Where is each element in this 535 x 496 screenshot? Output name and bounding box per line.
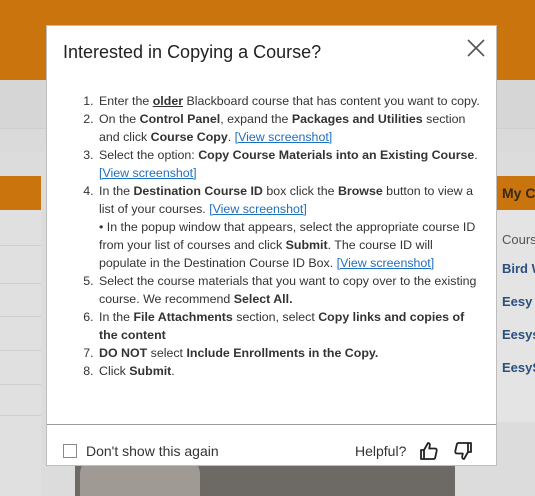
instruction-steps-list: Enter the older Blackboard course that h… (63, 92, 481, 380)
helpful-label: Helpful? (355, 443, 407, 459)
close-icon[interactable] (463, 35, 489, 61)
dialog-title: Interested in Copying a Course? (63, 42, 322, 62)
list-item: Enter the older Blackboard course that h… (97, 92, 481, 110)
right-panel-label: Cours (502, 232, 535, 247)
dont-show-again-checkbox[interactable] (63, 444, 77, 458)
list-item: On the Control Panel, expand the Package… (97, 110, 481, 146)
view-screenshot-link[interactable]: [View screenshot] (337, 256, 435, 270)
left-panel-divider (0, 384, 41, 385)
left-panel-divider (0, 350, 41, 351)
view-screenshot-link[interactable]: [View screenshot] (209, 202, 307, 216)
thumbs-up-icon[interactable] (418, 440, 440, 462)
list-item: Select the course materials that you wan… (97, 272, 481, 308)
right-panel-course-link[interactable]: Eesy A (502, 294, 535, 309)
right-panel-course-link[interactable]: Bird W (502, 261, 535, 276)
list-item: Click Submit. (97, 362, 481, 380)
copy-course-dialog: Interested in Copying a Course? Enter th… (46, 25, 497, 466)
right-panel-heading: My C (497, 176, 535, 210)
dont-show-again-label[interactable]: Don't show this again (86, 443, 219, 459)
view-screenshot-link[interactable]: [View screenshot] (99, 166, 197, 180)
dialog-content: Enter the older Blackboard course that h… (63, 92, 481, 416)
left-panel-divider (0, 316, 41, 317)
right-panel-course-link[interactable]: Eesys (502, 327, 535, 342)
list-item: In the File Attachments section, select … (97, 308, 481, 344)
left-panel (0, 176, 41, 496)
list-item: Select the option: Copy Course Materials… (97, 146, 481, 182)
view-screenshot-link[interactable]: [View screenshot] (235, 130, 333, 144)
right-panel-course-link[interactable]: EesyS (502, 360, 535, 375)
left-panel-divider (0, 415, 41, 416)
left-panel-divider (0, 245, 41, 246)
left-panel-header (0, 176, 41, 210)
list-item: In the Destination Course ID box click t… (97, 182, 481, 272)
thumbs-down-icon[interactable] (452, 440, 474, 462)
list-item: DO NOT select Include Enrollments in the… (97, 344, 481, 362)
dialog-footer: Don't show this again Helpful? (47, 424, 496, 466)
left-panel-divider (0, 283, 41, 284)
